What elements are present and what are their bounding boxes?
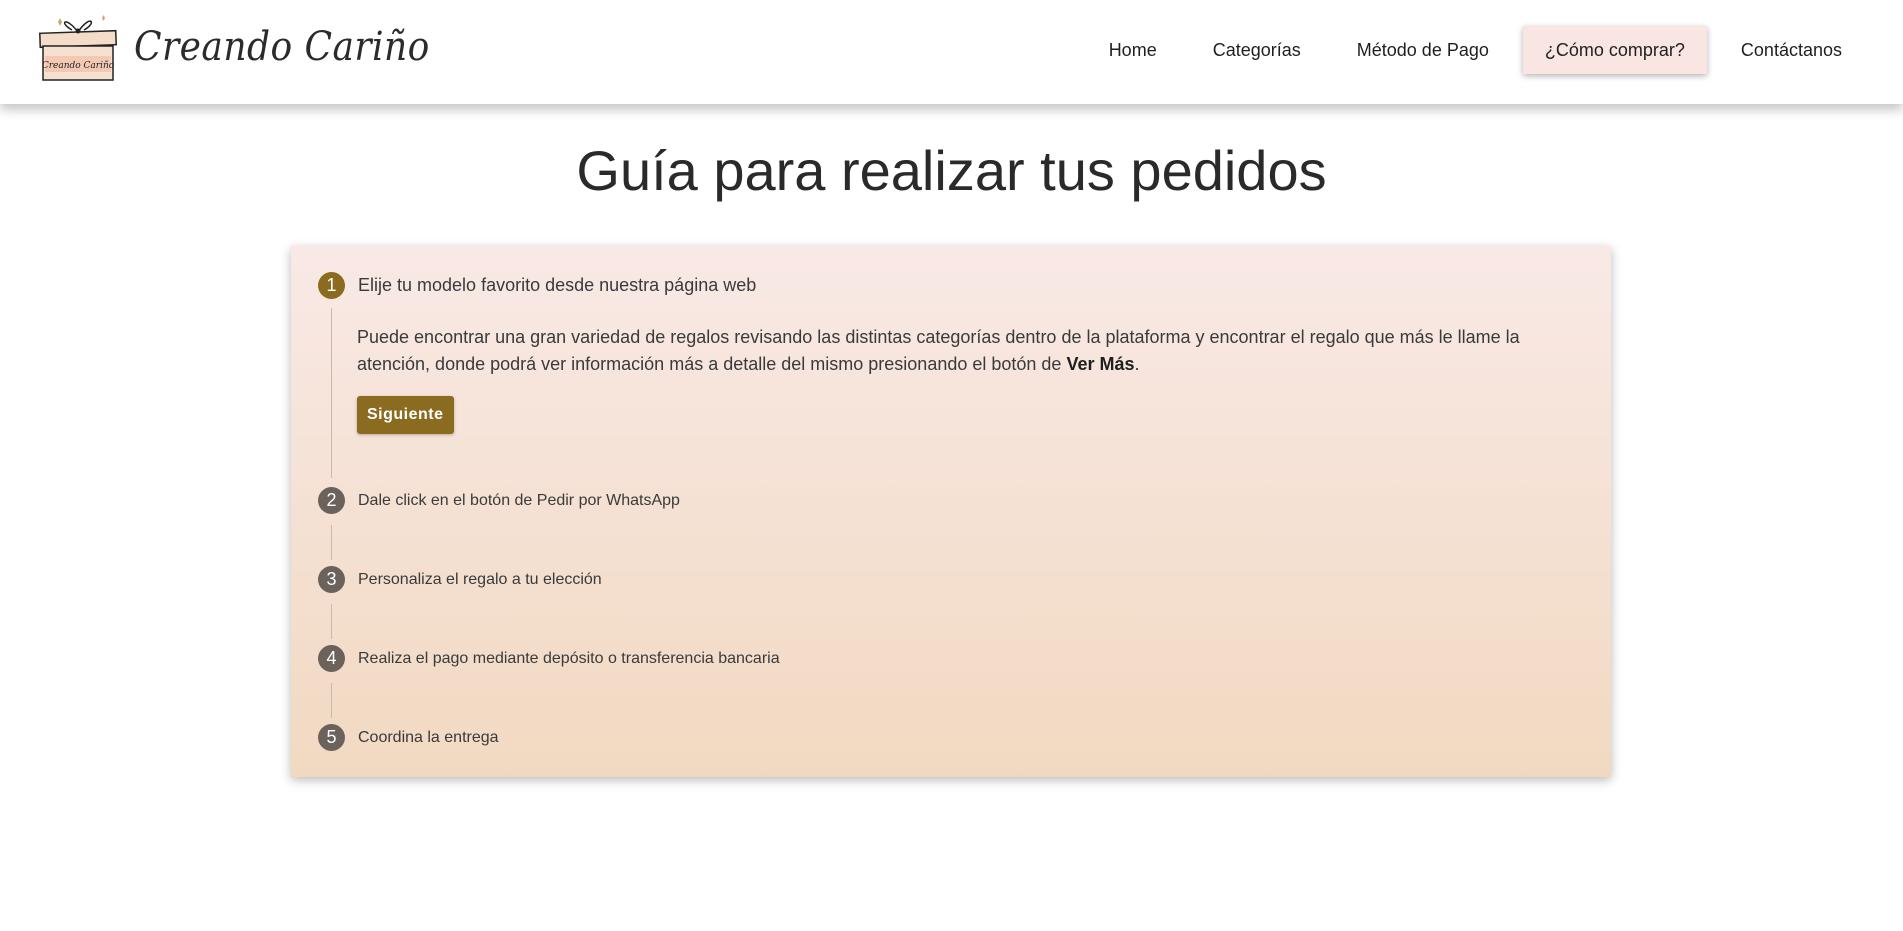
step-connector (331, 683, 332, 718)
step-connector (331, 308, 332, 478)
nav-item-categorias[interactable]: Categorías (1191, 26, 1323, 74)
main-nav: Home Categorías Método de Pago ¿Cómo com… (1075, 26, 1864, 74)
step-title-5[interactable]: Coordina la entrega (358, 724, 499, 751)
brand[interactable]: Creando Cariño Creando Cariño (36, 12, 463, 82)
step-number-5[interactable]: 5 (318, 724, 345, 751)
nav-item-como-comprar[interactable]: ¿Cómo comprar? (1522, 26, 1707, 74)
step-number-3[interactable]: 3 (318, 566, 345, 593)
step-number-1[interactable]: 1 (318, 272, 345, 299)
step-1-description-text: Puede encontrar una gran variedad de reg… (357, 327, 1520, 374)
step-title-4[interactable]: Realiza el pago mediante depósito o tran… (358, 645, 780, 672)
page-title: Guía para realizar tus pedidos (576, 139, 1327, 202)
step-number-4[interactable]: 4 (318, 645, 345, 672)
step-number-2[interactable]: 2 (318, 487, 345, 514)
site-header: Creando Cariño Creando Cariño Home Categ… (0, 0, 1903, 104)
step-connector (331, 525, 332, 560)
logo-text: Creando Cariño (42, 61, 115, 71)
step-connector (331, 604, 332, 639)
step-title-2[interactable]: Dale click en el botón de Pedir por What… (358, 487, 680, 514)
nav-item-home[interactable]: Home (1087, 26, 1179, 74)
step-title-3[interactable]: Personaliza el regalo a tu elección (358, 566, 602, 593)
step-1-description: Puede encontrar una gran variedad de reg… (357, 324, 1587, 378)
nav-item-contactanos[interactable]: Contáctanos (1719, 26, 1864, 74)
nav-item-metodo-de-pago[interactable]: Método de Pago (1335, 26, 1511, 74)
step-1-description-end: . (1134, 354, 1140, 374)
brand-name[interactable]: Creando Cariño (134, 27, 430, 67)
next-button[interactable]: Siguiente (357, 396, 454, 434)
step-title-1[interactable]: Elije tu modelo favorito desde nuestra p… (358, 272, 756, 299)
order-guide-stepper: 1 Elije tu modelo favorito desde nuestra… (291, 246, 1611, 777)
gift-box-logo-icon[interactable]: Creando Cariño (36, 12, 120, 82)
ver-mas-highlight: Ver Más (1066, 354, 1135, 374)
